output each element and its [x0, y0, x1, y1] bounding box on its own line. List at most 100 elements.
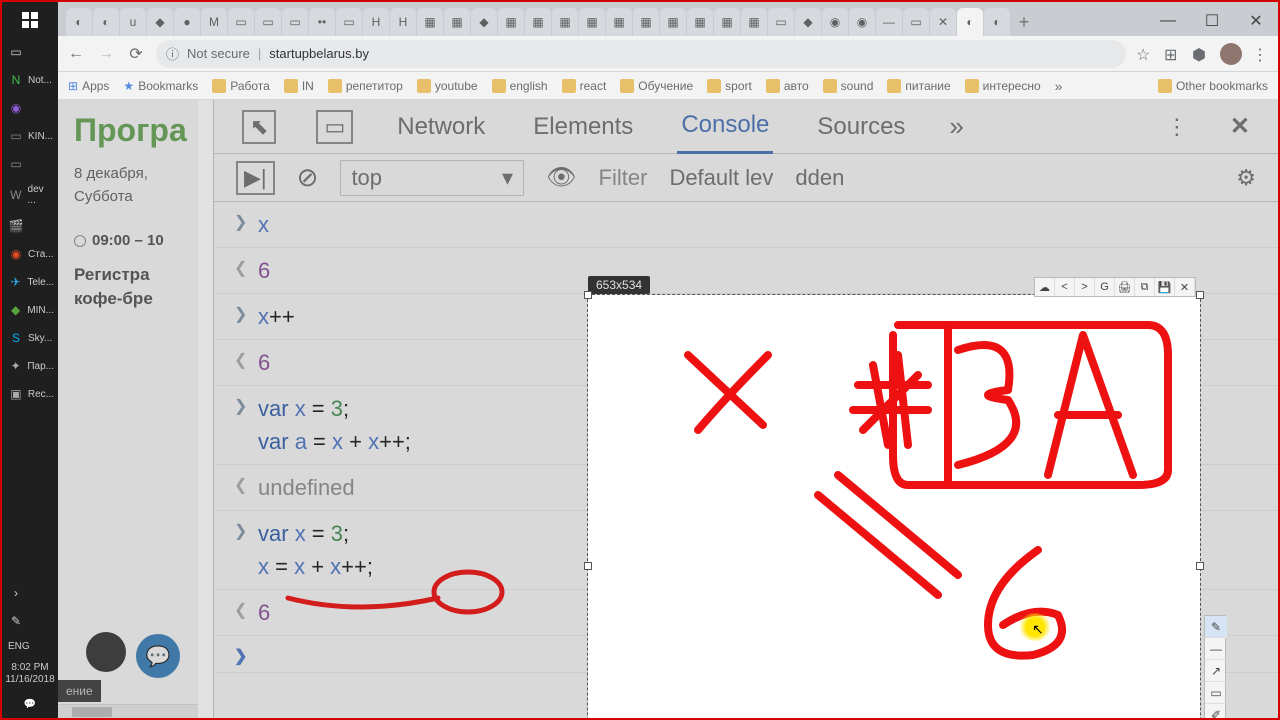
screenshot-tool-button[interactable]: ✕ [1175, 278, 1195, 296]
browser-tab[interactable]: ▭ [255, 8, 281, 36]
screenshot-draw-tool[interactable]: ↗ [1205, 660, 1227, 682]
screenshot-tool-button[interactable]: 🖨 [1115, 278, 1135, 296]
language-indicator[interactable]: ENG [2, 635, 58, 658]
screenshot-selection[interactable]: ☁<>G🖨⧉💾✕ ✎—↗▭✐T↶ [588, 295, 1200, 718]
star-icon[interactable]: ☆ [1136, 45, 1154, 63]
screenshot-draw-tool[interactable]: ✎ [1205, 616, 1227, 638]
taskbar-app[interactable]: ▣Rec... [2, 380, 58, 408]
bookmark-folder[interactable]: репетитор [328, 79, 403, 93]
devtools-close[interactable]: ✕ [1230, 112, 1250, 141]
bookmark-folder[interactable]: sport [707, 79, 752, 93]
browser-tab[interactable]: ▭ [228, 8, 254, 36]
browser-tab[interactable]: ◉ [822, 8, 848, 36]
window-close[interactable]: ✕ [1234, 6, 1278, 36]
bookmark-folder[interactable]: IN [284, 79, 314, 93]
screenshot-tool-button[interactable]: G [1095, 278, 1115, 296]
browser-tab[interactable]: H [363, 8, 389, 36]
screenshot-draw-tool[interactable]: ▭ [1205, 682, 1227, 704]
tab-network[interactable]: Network [393, 101, 489, 153]
chat-fab[interactable]: 💬 [136, 634, 180, 678]
bookmark-folder[interactable]: авто [766, 79, 809, 93]
tab-sources[interactable]: Sources [813, 101, 909, 153]
chrome-menu[interactable]: ⋮ [1252, 45, 1270, 63]
bookmark-folder[interactable]: интересно [965, 79, 1041, 93]
screenshot-tool-button[interactable]: ⧉ [1135, 278, 1155, 296]
clear-console-icon[interactable]: ⊘ [297, 162, 319, 193]
browser-tab[interactable]: ▦ [741, 8, 767, 36]
system-clock[interactable]: 8:02 PM 11/16/2018 [2, 658, 58, 690]
console-settings-icon[interactable]: ⚙ [1236, 165, 1256, 191]
filter-input[interactable]: Filter [599, 165, 648, 191]
console-row[interactable]: ❯x [214, 202, 1278, 248]
taskbar-app[interactable]: ▭KIN... [2, 122, 58, 150]
live-expression-icon[interactable]: 👁 [546, 163, 576, 192]
taskbar-app[interactable]: 🎬 [2, 212, 58, 240]
screenshot-draw-tool[interactable]: — [1205, 638, 1227, 660]
bookmark-folder[interactable]: react [562, 79, 607, 93]
browser-tab[interactable]: ▭ [903, 8, 929, 36]
bookmarks-star[interactable]: ★Bookmarks [123, 79, 198, 93]
bookmark-folder[interactable]: youtube [417, 79, 478, 93]
browser-tab[interactable]: ▦ [552, 8, 578, 36]
browser-tab[interactable]: u [120, 8, 146, 36]
browser-tab[interactable]: ✕ [930, 8, 956, 36]
bookmark-folder[interactable]: sound [823, 79, 874, 93]
screenshot-tool-button[interactable]: 💾 [1155, 278, 1175, 296]
screenshot-tool-button[interactable]: < [1055, 278, 1075, 296]
browser-tab[interactable]: ▦ [687, 8, 713, 36]
bookmark-folder[interactable]: питание [887, 79, 950, 93]
show-hidden-icons[interactable]: › [2, 579, 58, 607]
browser-tab[interactable]: ▦ [498, 8, 524, 36]
browser-tab[interactable]: ● [174, 8, 200, 36]
apps-button[interactable]: ⊞Apps [68, 79, 109, 93]
tabs-overflow-icon[interactable]: » [949, 111, 963, 142]
browser-tab[interactable]: ▦ [660, 8, 686, 36]
device-toggle-icon[interactable]: ▭ [316, 110, 353, 144]
browser-tab[interactable]: ▦ [714, 8, 740, 36]
bookmarks-overflow[interactable]: » [1055, 78, 1063, 94]
browser-tab[interactable]: ◐ [93, 8, 119, 36]
browser-tab[interactable]: ◆ [471, 8, 497, 36]
taskbar-app[interactable]: NNot... [2, 66, 58, 94]
browser-tab[interactable]: ▦ [417, 8, 443, 36]
start-button[interactable] [2, 2, 58, 38]
screenshot-tool-button[interactable]: ☁ [1035, 278, 1055, 296]
browser-tab[interactable]: ◐ [957, 8, 983, 36]
browser-tab[interactable]: ▭ [282, 8, 308, 36]
browser-tab[interactable]: ▭ [336, 8, 362, 36]
schedule-row[interactable]: 09:00 – 10 [74, 232, 198, 249]
taskbar-app[interactable]: Wdev ... [2, 178, 58, 212]
browser-tab[interactable]: ▦ [444, 8, 470, 36]
context-selector[interactable]: top▾ [340, 160, 524, 196]
taskbar-app[interactable]: ◉Ста... [2, 240, 58, 268]
back-button[interactable]: ← [66, 44, 86, 64]
browser-tab[interactable]: ◐ [66, 8, 92, 36]
tab-console[interactable]: Console [677, 100, 773, 154]
browser-tab[interactable]: ◆ [795, 8, 821, 36]
browser-tab[interactable]: ◆ [147, 8, 173, 36]
forward-button[interactable]: → [96, 44, 116, 64]
browser-tab[interactable]: ▦ [633, 8, 659, 36]
taskbar-app[interactable]: ◉ [2, 94, 58, 122]
horizontal-scrollbar[interactable] [58, 704, 198, 718]
browser-tab[interactable]: — [876, 8, 902, 36]
profile-avatar[interactable] [1220, 43, 1242, 65]
new-tab-button[interactable]: + [1011, 8, 1037, 36]
extension-icon-2[interactable]: ⬢ [1192, 45, 1210, 63]
log-levels[interactable]: Default lev [669, 165, 773, 191]
window-maximize[interactable]: ☐ [1190, 6, 1234, 36]
browser-tab[interactable]: ◉ [849, 8, 875, 36]
pen-tray-icon[interactable]: ✎ [2, 607, 58, 635]
browser-tab[interactable]: •• [309, 8, 335, 36]
browser-tab[interactable]: ▦ [525, 8, 551, 36]
browser-tab[interactable]: ▭ [768, 8, 794, 36]
browser-tab[interactable]: H [390, 8, 416, 36]
screenshot-tool-button[interactable]: > [1075, 278, 1095, 296]
screenshot-draw-tool[interactable]: ✐ [1205, 704, 1227, 718]
bookmark-folder[interactable]: english [492, 79, 548, 93]
browser-tab[interactable]: ◐ [984, 8, 1010, 36]
browser-tab[interactable]: ▦ [579, 8, 605, 36]
browser-tab[interactable]: ▦ [606, 8, 632, 36]
taskbar-app[interactable]: ◆MIN... [2, 296, 58, 324]
inspect-icon[interactable]: ⬉ [242, 110, 276, 144]
